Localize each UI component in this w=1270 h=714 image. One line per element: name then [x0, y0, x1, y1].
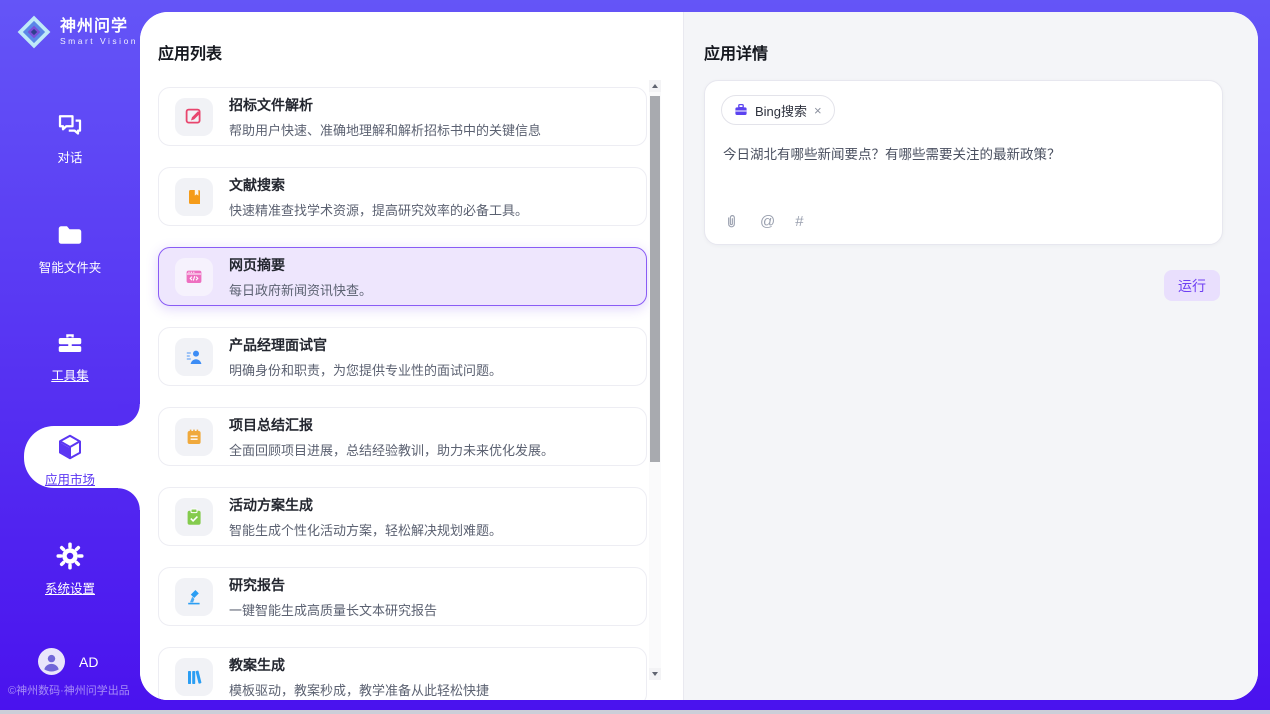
card-text: 研究报告 一键智能生成高质量长文本研究报告	[229, 575, 437, 619]
app-card-title: 网页摘要	[229, 255, 372, 275]
scrollbar-thumb[interactable]	[650, 96, 660, 462]
triangle-down-icon	[652, 672, 658, 676]
app-card-desc: 一键智能生成高质量长文本研究报告	[229, 600, 437, 619]
mention-icon[interactable]: @	[760, 213, 775, 230]
interviewer-icon	[184, 347, 204, 367]
user-initials: AD	[79, 654, 98, 670]
triangle-up-icon	[652, 84, 658, 88]
list-scrollbar	[649, 80, 661, 680]
app-card-project-summary[interactable]: 项目总结汇报 全面回顾项目进展，总结经验教训，助力未来优化发展。	[158, 407, 647, 466]
app-list-title: 应用列表	[158, 40, 222, 64]
card-text: 产品经理面试官 明确身份和职责，为您提供专业性的面试问题。	[229, 335, 502, 379]
app-card-lesson-plan[interactable]: 教案生成 模板驱动，教案秒成，教学准备从此轻松快捷	[158, 647, 647, 700]
diamond-logo-icon	[16, 14, 52, 50]
icon-tile	[175, 338, 213, 376]
sidebar-item-label: 系统设置	[0, 578, 140, 597]
doc-edit-icon	[184, 107, 204, 127]
web-summary-icon	[184, 267, 204, 287]
run-button[interactable]: 运行	[1164, 270, 1220, 301]
app-card-title: 文献搜索	[229, 175, 528, 195]
app-card-web-summary[interactable]: 网页摘要 每日政府新闻资讯快查。	[158, 247, 647, 306]
scrollbar-up-button[interactable]	[649, 80, 661, 92]
icon-tile	[175, 178, 213, 216]
sidebar-item-smart-folder[interactable]: 智能文件夹	[0, 220, 140, 276]
card-text: 教案生成 模板驱动，教案秒成，教学准备从此轻松快捷	[229, 655, 489, 699]
brand-logo: 神州问学 Smart Vision	[16, 14, 138, 50]
app-card-desc: 快速精准查找学术资源，提高研究效率的必备工具。	[229, 200, 528, 219]
icon-tile	[175, 578, 213, 616]
clipboard-check-icon	[184, 507, 204, 527]
app-card-desc: 明确身份和职责，为您提供专业性的面试问题。	[229, 360, 502, 379]
app-card-desc: 智能生成个性化活动方案，轻松解决规划难题。	[229, 520, 502, 539]
app-card-title: 教案生成	[229, 655, 489, 675]
app-card-desc: 帮助用户快速、准确地理解和解析招标书中的关键信息	[229, 120, 541, 139]
books-icon	[184, 667, 204, 687]
app-card-pm-interviewer[interactable]: 产品经理面试官 明确身份和职责，为您提供专业性的面试问题。	[158, 327, 647, 386]
sidebar-item-label: 对话	[0, 147, 140, 166]
avatar	[38, 648, 65, 675]
paperclip-icon[interactable]	[723, 213, 740, 230]
copyright-text: ©神州数码·神州问学出品	[8, 682, 148, 698]
notepad-icon	[184, 427, 204, 447]
app-card-research-report[interactable]: 研究报告 一键智能生成高质量长文本研究报告	[158, 567, 647, 626]
icon-tile	[175, 98, 213, 136]
main-container: 应用列表 招标文件解析 帮助用户快速、准确地理解和解析招标书中的关键信息	[140, 12, 1258, 700]
sidebar-item-label: 工具集	[0, 365, 140, 384]
app-card-title: 活动方案生成	[229, 495, 502, 515]
app-window: 神州问学 Smart Vision 对话 智能文件夹	[0, 0, 1270, 714]
app-card-desc: 全面回顾项目进展，总结经验教训，助力未来优化发展。	[229, 440, 554, 459]
icon-tile	[175, 258, 213, 296]
chat-icon	[55, 110, 85, 140]
app-card-event-plan[interactable]: 活动方案生成 智能生成个性化活动方案，轻松解决规划难题。	[158, 487, 647, 546]
app-card-title: 研究报告	[229, 575, 437, 595]
card-text: 项目总结汇报 全面回顾项目进展，总结经验教训，助力未来优化发展。	[229, 415, 554, 459]
tool-tag-bing[interactable]: Bing搜索 ×	[721, 95, 835, 125]
folder-icon	[55, 220, 85, 250]
app-card-desc: 模板驱动，教案秒成，教学准备从此轻松快捷	[229, 680, 489, 699]
app-card-literature-search[interactable]: 文献搜索 快速精准查找学术资源，提高研究效率的必备工具。	[158, 167, 647, 226]
card-text: 招标文件解析 帮助用户快速、准确地理解和解析招标书中的关键信息	[229, 95, 541, 139]
sidebar-item-label: 应用市场	[0, 469, 140, 488]
card-text: 活动方案生成 智能生成个性化活动方案，轻松解决规划难题。	[229, 495, 502, 539]
book-icon	[184, 187, 204, 207]
cube-icon	[55, 432, 85, 462]
app-detail-title: 应用详情	[704, 40, 768, 64]
bottom-edge-strip	[0, 710, 1270, 714]
sidebar-item-label: 智能文件夹	[0, 257, 140, 276]
card-text: 文献搜索 快速精准查找学术资源，提高研究效率的必备工具。	[229, 175, 528, 219]
research-icon	[184, 587, 204, 607]
card-text: 网页摘要 每日政府新闻资讯快查。	[229, 255, 372, 299]
app-card-title: 招标文件解析	[229, 95, 541, 115]
icon-tile	[175, 658, 213, 696]
sidebar-item-app-market[interactable]: 应用市场	[0, 432, 140, 488]
app-card-bid-parse[interactable]: 招标文件解析 帮助用户快速、准确地理解和解析招标书中的关键信息	[158, 87, 647, 146]
app-card-title: 项目总结汇报	[229, 415, 554, 435]
sidebar: 神州问学 Smart Vision 对话 智能文件夹	[0, 0, 140, 710]
close-icon[interactable]: ×	[814, 104, 822, 117]
scrollbar-down-button[interactable]	[649, 668, 661, 680]
tool-tag-label: Bing搜索	[755, 101, 807, 120]
briefcase-icon	[734, 103, 748, 117]
app-list: 招标文件解析 帮助用户快速、准确地理解和解析招标书中的关键信息 文献搜索 快速精…	[158, 87, 647, 700]
toolbox-icon	[55, 328, 85, 358]
sidebar-item-chat[interactable]: 对话	[0, 110, 140, 166]
app-card-title: 产品经理面试官	[229, 335, 502, 355]
icon-tile	[175, 418, 213, 456]
icon-tile	[175, 498, 213, 536]
sidebar-item-settings[interactable]: 系统设置	[0, 541, 140, 597]
query-textarea[interactable]: 今日湖北有哪些新闻要点？有哪些需要关注的最新政策？	[723, 145, 1203, 165]
hash-icon[interactable]: #	[795, 213, 803, 230]
user-account[interactable]: AD	[38, 648, 98, 675]
gear-icon	[55, 541, 85, 571]
brand-name: 神州问学	[60, 18, 138, 36]
brand-text: 神州问学 Smart Vision	[60, 18, 138, 46]
brand-subtitle: Smart Vision	[60, 36, 138, 46]
app-card-desc: 每日政府新闻资讯快查。	[229, 280, 372, 299]
composer-toolbar: @ #	[723, 213, 804, 230]
sidebar-item-toolset[interactable]: 工具集	[0, 328, 140, 384]
app-detail-panel: 应用详情 Bing搜索 × 今日湖北有哪些新闻要点？有哪些需要关注的最新政策？	[683, 12, 1258, 700]
app-list-panel: 应用列表 招标文件解析 帮助用户快速、准确地理解和解析招标书中的关键信息	[140, 12, 683, 700]
query-composer: Bing搜索 × 今日湖北有哪些新闻要点？有哪些需要关注的最新政策？ @ #	[704, 80, 1223, 245]
